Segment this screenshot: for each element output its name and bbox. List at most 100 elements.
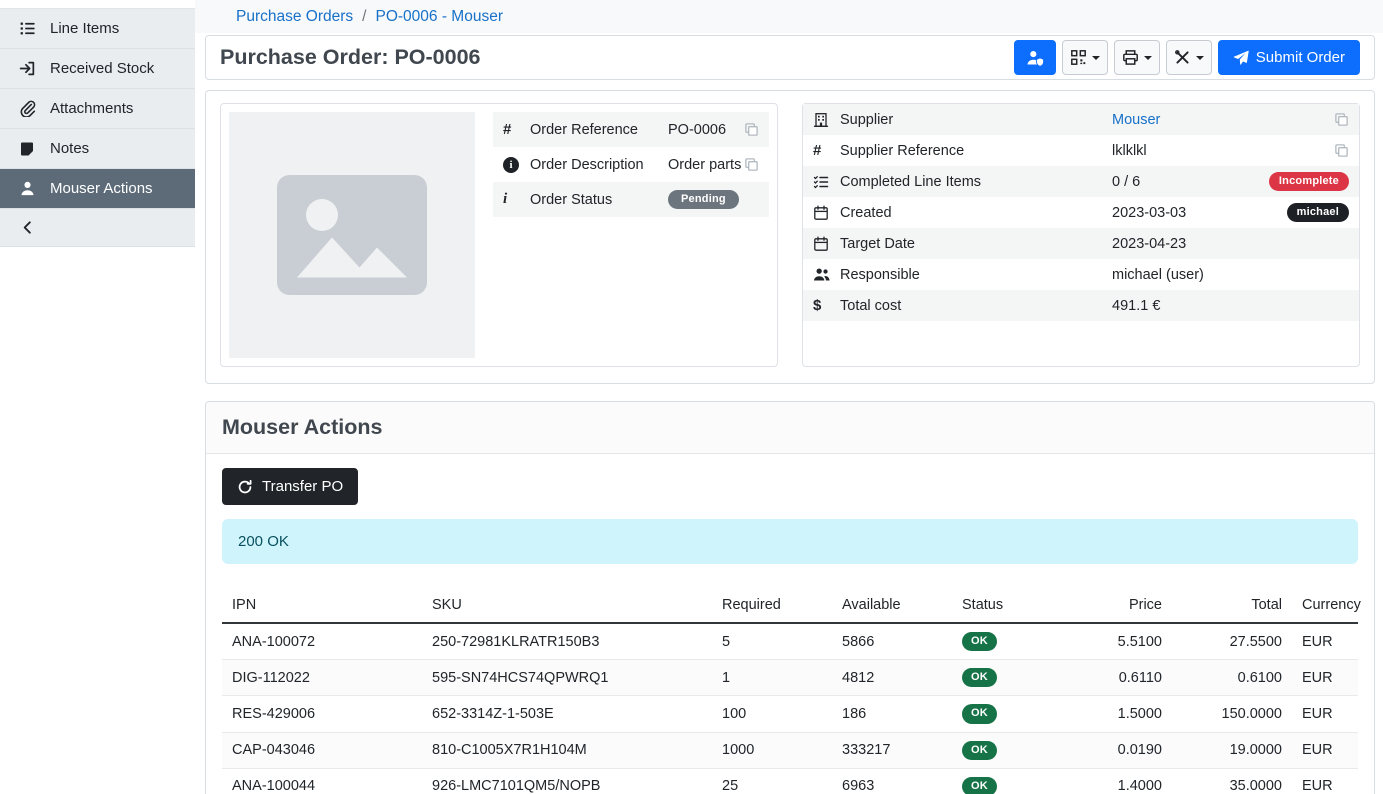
cell-sku: 250-72981KLRATR150B3 (422, 623, 712, 660)
cell-price: 1.4000 (1062, 768, 1172, 794)
cell-status: OK (952, 732, 1062, 768)
copy-icon[interactable] (1334, 143, 1349, 158)
detail-row-order-status: i Order Status Pending (493, 182, 769, 217)
user-roles-button[interactable] (1014, 40, 1056, 75)
cell-sku: 926-LMC7101QM5/NOPB (422, 768, 712, 794)
send-icon (1233, 50, 1249, 66)
cell-price: 0.6110 (1062, 660, 1172, 696)
detail-label: Order Description (530, 157, 668, 173)
supplier-details-card: Supplier Mouser # Supplier Reference lkl… (802, 103, 1360, 367)
main-area: Purchase Orders / PO-0006 - Mouser Purch… (195, 0, 1383, 794)
app-root: Line Items Received Stock Attachments No… (0, 0, 1383, 794)
cell-currency: EUR (1292, 696, 1358, 732)
page-content: Purchase Order: PO-0006 (195, 33, 1383, 794)
mouser-actions-panel: Mouser Actions Transfer PO 200 OK (205, 401, 1375, 794)
col-required: Required (712, 590, 832, 623)
hash-icon: # (813, 142, 840, 159)
cell-ipn: ANA-100072 (222, 623, 422, 660)
detail-value: Pending (668, 190, 759, 209)
cell-currency: EUR (1292, 732, 1358, 768)
detail-row-responsible: Responsible michael (user) (803, 259, 1359, 290)
table-row: ANA-100072 250-72981KLRATR150B3 5 5866 O… (222, 623, 1358, 660)
printer-icon (1122, 49, 1139, 66)
sidebar-item-label: Notes (50, 140, 89, 157)
cell-currency: EUR (1292, 660, 1358, 696)
status-ok-badge: OK (962, 632, 997, 651)
supplier-details-table: Supplier Mouser # Supplier Reference lkl… (803, 104, 1359, 321)
order-actions-button[interactable] (1166, 40, 1212, 75)
order-image-placeholder[interactable] (229, 112, 475, 358)
order-details-panel: # Order Reference PO-0006 i Order Descri… (205, 90, 1375, 384)
sidebar-item-label: Mouser Actions (50, 180, 153, 197)
sidebar-item-attachments[interactable]: Attachments (0, 89, 195, 129)
cell-required: 100 (712, 696, 832, 732)
caret-down-icon (1144, 56, 1152, 60)
detail-row-total-cost: $ Total cost 491.1 € (803, 290, 1359, 321)
cell-status: OK (952, 768, 1062, 794)
breadcrumb-link-current[interactable]: PO-0006 - Mouser (375, 8, 503, 26)
cell-available: 186 (832, 696, 952, 732)
cell-ipn: DIG-112022 (222, 660, 422, 696)
mouser-actions-title: Mouser Actions (206, 402, 1374, 454)
copy-icon[interactable] (1334, 112, 1349, 127)
copy-icon[interactable] (744, 157, 759, 172)
detail-label: Responsible (840, 267, 1112, 283)
cell-currency: EUR (1292, 623, 1358, 660)
detail-row-completed-line-items: Completed Line Items 0 / 6 Incomplete (803, 166, 1359, 197)
cell-ipn: CAP-043046 (222, 732, 422, 768)
detail-label: Completed Line Items (840, 174, 1112, 190)
col-ipn: IPN (222, 590, 422, 623)
detail-label: Order Reference (530, 122, 668, 138)
breadcrumb-link-purchase-orders[interactable]: Purchase Orders (236, 8, 353, 26)
copy-icon[interactable] (744, 122, 759, 137)
cell-available: 333217 (832, 732, 952, 768)
detail-row-order-description: i Order Description Order parts (493, 147, 769, 182)
caret-down-icon (1092, 56, 1100, 60)
table-row: CAP-043046 810-C1005X7R1H104M 1000 33321… (222, 732, 1358, 768)
chevron-left-icon (18, 220, 36, 235)
order-header-panel: Purchase Order: PO-0006 (205, 35, 1375, 80)
detail-value: michael (user) (1112, 267, 1349, 283)
list-check-icon (813, 174, 840, 190)
detail-label: Target Date (840, 236, 1112, 252)
barcode-actions-button[interactable] (1062, 40, 1108, 75)
calendar-icon (813, 205, 840, 221)
table-header-row: IPN SKU Required Available Status Price … (222, 590, 1358, 623)
sidebar-item-line-items[interactable]: Line Items (0, 9, 195, 49)
sidebar-collapse-button[interactable] (0, 209, 195, 247)
sidebar-item-mouser-actions[interactable]: Mouser Actions (0, 169, 195, 209)
order-details-table: # Order Reference PO-0006 i Order Descri… (493, 112, 769, 217)
note-icon (18, 141, 36, 157)
cell-required: 1 (712, 660, 832, 696)
page-title: Purchase Order: PO-0006 (220, 45, 481, 70)
detail-label: Supplier Reference (840, 143, 1112, 159)
qr-code-icon (1070, 49, 1087, 66)
detail-label: Supplier (840, 112, 1112, 128)
incomplete-badge: Incomplete (1269, 172, 1349, 191)
transfer-po-button[interactable]: Transfer PO (222, 468, 358, 505)
user-shield-icon (1026, 49, 1044, 67)
table-row: DIG-112022 595-SN74HCS74QPWRQ1 1 4812 OK… (222, 660, 1358, 696)
col-available: Available (832, 590, 952, 623)
sidebar-item-notes[interactable]: Notes (0, 129, 195, 169)
print-actions-button[interactable] (1114, 40, 1160, 75)
cell-ipn: RES-429006 (222, 696, 422, 732)
tools-icon (1174, 49, 1191, 66)
col-total: Total (1172, 590, 1292, 623)
cell-status: OK (952, 660, 1062, 696)
submit-order-label: Submit Order (1256, 49, 1345, 66)
cell-status: OK (952, 696, 1062, 732)
submit-order-button[interactable]: Submit Order (1218, 40, 1360, 75)
cell-currency: EUR (1292, 768, 1358, 794)
dollar-icon: $ (813, 297, 840, 314)
col-price: Price (1062, 590, 1172, 623)
cell-sku: 652-3314Z-1-503E (422, 696, 712, 732)
supplier-link[interactable]: Mouser (1112, 112, 1160, 128)
breadcrumb: Purchase Orders / PO-0006 - Mouser (195, 0, 1383, 33)
col-sku: SKU (422, 590, 712, 623)
building-icon (813, 112, 840, 128)
sidebar-item-received-stock[interactable]: Received Stock (0, 49, 195, 89)
cell-price: 0.0190 (1062, 732, 1172, 768)
detail-value: 2023-04-23 (1112, 236, 1349, 252)
list-icon (18, 20, 36, 37)
